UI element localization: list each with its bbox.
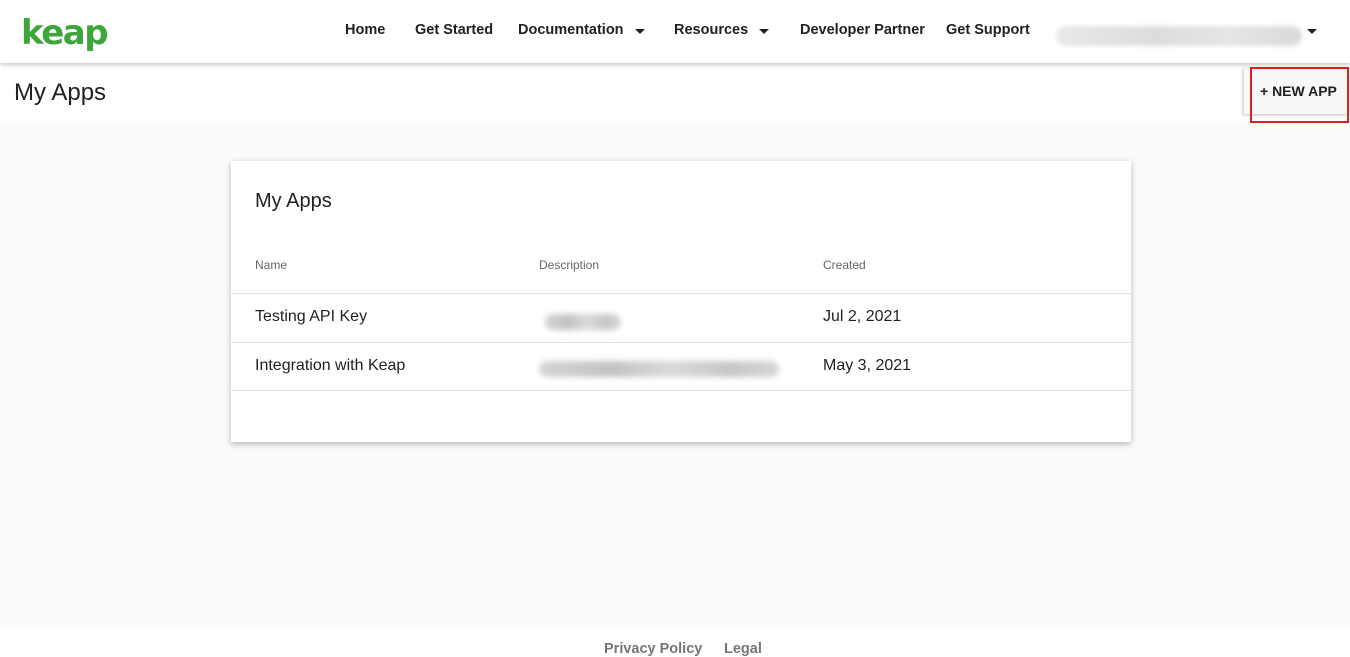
footer: Privacy Policy Legal xyxy=(0,627,1350,657)
nav-developer-partner-label: Developer Partner xyxy=(800,22,925,38)
page-header: My Apps + NEW APP xyxy=(0,63,1350,123)
nav-documentation-label: Documentation xyxy=(518,22,624,38)
app-name[interactable]: Integration with Keap xyxy=(255,357,405,375)
page-title: My Apps xyxy=(14,79,107,106)
top-nav-bar: keap Home Get Started Documentation Reso… xyxy=(0,0,1350,63)
app-name[interactable]: Testing API Key xyxy=(255,308,367,326)
card-title: My Apps xyxy=(255,190,332,212)
privacy-policy-link[interactable]: Privacy Policy xyxy=(604,641,702,657)
nav-developer-partner[interactable]: Developer Partner xyxy=(800,22,925,38)
nav-home-label: Home xyxy=(345,22,386,38)
table-row[interactable]: Testing API Key Jul 2, 2021 xyxy=(231,293,1131,342)
chevron-down-icon xyxy=(634,28,645,34)
nav-get-started[interactable]: Get Started xyxy=(415,22,493,38)
nav-home[interactable]: Home xyxy=(345,22,385,38)
nav-documentation[interactable]: Documentation xyxy=(518,22,645,38)
nav-get-started-label: Get Started xyxy=(415,22,494,38)
account-menu-redacted[interactable] xyxy=(1056,26,1302,46)
nav-resources-label: Resources xyxy=(674,22,749,38)
column-header-description: Description xyxy=(539,258,600,272)
chevron-down-icon xyxy=(759,28,770,34)
app-description-redacted xyxy=(545,314,621,330)
app-created-date: May 3, 2021 xyxy=(823,357,912,374)
table-row[interactable]: Integration with Keap May 3, 2021 xyxy=(231,342,1131,391)
nav-resources[interactable]: Resources xyxy=(674,22,770,38)
my-apps-card: My Apps Name Description Created Testing… xyxy=(231,161,1131,442)
app-created-date: Jul 2, 2021 xyxy=(823,308,902,325)
new-app-button[interactable]: + NEW APP xyxy=(1244,68,1348,114)
nav-get-support[interactable]: Get Support xyxy=(946,22,1030,38)
column-header-name: Name xyxy=(255,258,288,272)
chevron-down-icon[interactable] xyxy=(1307,29,1317,34)
nav-get-support-label: Get Support xyxy=(946,22,1030,38)
column-header-created: Created xyxy=(823,258,866,272)
logo-text: keap xyxy=(21,13,109,53)
app-description-redacted xyxy=(539,361,779,377)
legal-link[interactable]: Legal xyxy=(724,641,762,657)
keap-logo[interactable]: keap xyxy=(21,10,109,53)
